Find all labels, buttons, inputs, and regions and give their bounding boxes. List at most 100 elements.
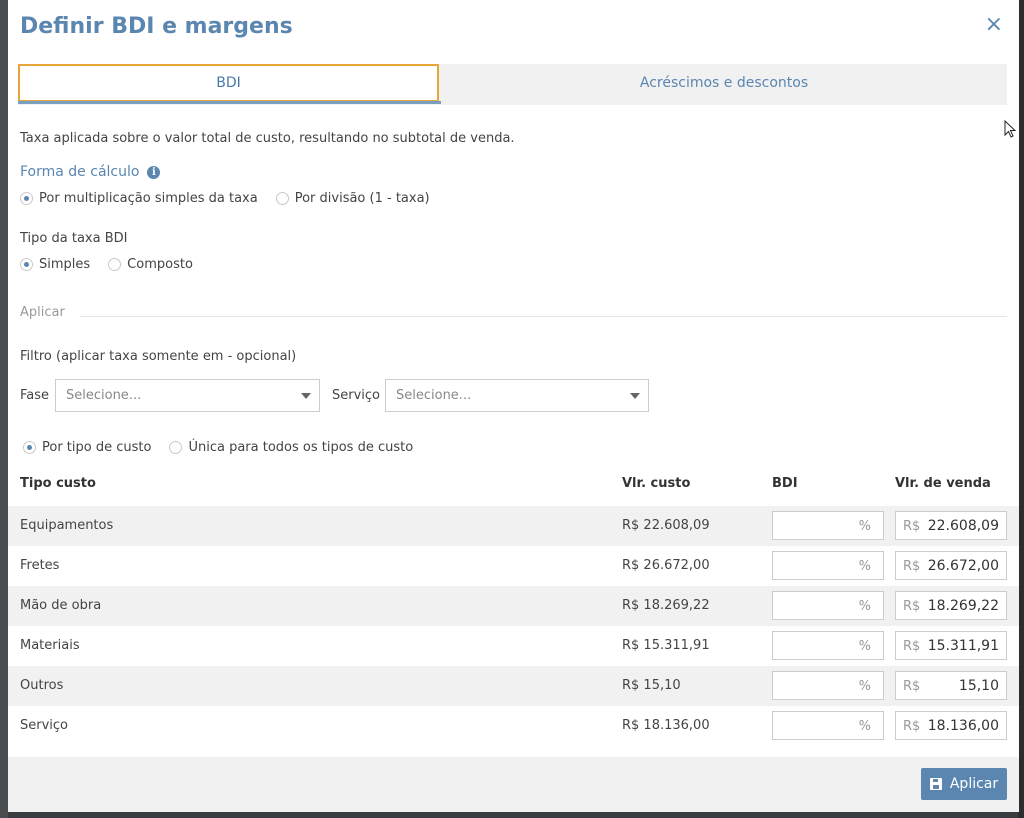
aplicar-mode-options: Por tipo de custo Única para todos os ti… [23, 440, 431, 455]
cell-tipo: Serviço [20, 718, 69, 733]
venda-input[interactable]: R$ 15,10 [895, 671, 1007, 700]
currency-prefix: R$ [903, 599, 921, 614]
radio-button[interactable] [108, 258, 122, 271]
aplicar-heading: Aplicar [20, 305, 65, 320]
cell-tipo: Materiais [20, 638, 80, 653]
percent-suffix: % [858, 519, 871, 534]
radio-label: Composto [127, 257, 193, 272]
currency-prefix: R$ [903, 519, 921, 534]
percent-suffix: % [858, 679, 871, 694]
tab-bar: BDI Acréscimos e descontos [18, 64, 1007, 105]
forma-calculo-heading: Forma de cálculo i [20, 164, 161, 180]
venda-value: 22.608,09 [927, 518, 999, 534]
radio-por-tipo-custo[interactable]: Por tipo de custo [23, 440, 151, 455]
cell-tipo: Fretes [20, 558, 60, 573]
venda-value: 15,10 [958, 678, 999, 694]
mouse-cursor-icon [1004, 120, 1016, 138]
venda-input[interactable]: R$ 18.136,00 [895, 711, 1007, 740]
cell-custo: R$ 18.136,00 [622, 718, 710, 733]
bdi-input[interactable]: % [772, 631, 884, 660]
apply-button-label: Aplicar [949, 776, 999, 792]
radio-button[interactable] [275, 192, 289, 205]
divider [80, 316, 1007, 317]
currency-prefix: R$ [903, 719, 921, 734]
radio-label: Por multiplicação simples da taxa [39, 191, 258, 206]
radio-label: Simples [39, 257, 91, 272]
dialog-title: Definir BDI e margens [20, 14, 293, 39]
venda-value: 15.311,91 [927, 638, 999, 654]
tab-acrescimos-descontos[interactable]: Acréscimos e descontos [441, 64, 1007, 102]
fase-label: Fase [20, 388, 50, 403]
fase-select[interactable]: Selecione... [55, 379, 320, 412]
radio-composto[interactable]: Composto [108, 257, 193, 272]
close-icon[interactable]: × [985, 14, 1003, 36]
apply-button[interactable]: Aplicar [921, 768, 1007, 800]
servico-select[interactable]: Selecione... [385, 379, 649, 412]
venda-input[interactable]: R$ 15.311,91 [895, 631, 1007, 660]
radio-label: Por divisão (1 - taxa) [294, 191, 430, 206]
radio-button[interactable] [23, 441, 36, 454]
filter-label: Filtro (aplicar taxa somente em - opcion… [20, 349, 297, 364]
venda-input[interactable]: R$ 22.608,09 [895, 511, 1007, 540]
percent-suffix: % [858, 599, 871, 614]
bdi-dialog: Definir BDI e margens × BDI Acréscimos e… [8, 0, 1019, 812]
percent-suffix: % [858, 559, 871, 574]
bdi-input[interactable]: % [772, 711, 884, 740]
table-row: Serviço R$ 18.136,00 % R$ 18.136,00 [8, 706, 1019, 746]
bdi-input[interactable]: % [772, 511, 884, 540]
save-icon [929, 778, 942, 790]
table-row: Equipamentos R$ 22.608,09 % R$ 22.608,09 [8, 506, 1019, 546]
percent-suffix: % [858, 719, 871, 734]
header-vlr-venda: Vlr. de venda [895, 476, 991, 491]
table-row: Mão de obra R$ 18.269,22 % R$ 18.269,22 [8, 586, 1019, 626]
tab-bdi[interactable]: BDI [18, 64, 439, 102]
description-text: Taxa aplicada sobre o valor total de cus… [20, 131, 515, 146]
table-row: Fretes R$ 26.672,00 % R$ 26.672,00 [8, 546, 1019, 586]
currency-prefix: R$ [903, 679, 921, 694]
currency-prefix: R$ [903, 639, 921, 654]
bdi-input[interactable]: % [772, 551, 884, 580]
venda-input[interactable]: R$ 18.269,22 [895, 591, 1007, 620]
cell-custo: R$ 26.672,00 [622, 558, 710, 573]
radio-button[interactable] [169, 441, 183, 454]
table-row: Outros R$ 15,10 % R$ 15,10 [8, 666, 1019, 706]
radio-button[interactable] [20, 192, 33, 205]
tipo-taxa-options: Simples Composto [20, 257, 211, 272]
radio-label: Única para todos os tipos de custo [188, 440, 414, 455]
cell-tipo: Mão de obra [20, 598, 102, 613]
chevron-down-icon [630, 393, 640, 399]
backdrop [0, 0, 8, 818]
cell-custo: R$ 15,10 [622, 678, 681, 693]
venda-value: 26.672,00 [927, 558, 999, 574]
chevron-down-icon [301, 393, 311, 399]
cell-custo: R$ 15.311,91 [622, 638, 710, 653]
venda-value: 18.269,22 [927, 598, 999, 614]
fase-placeholder: Selecione... [66, 388, 142, 403]
cell-tipo: Equipamentos [20, 518, 114, 533]
radio-label: Por tipo de custo [42, 440, 152, 455]
venda-input[interactable]: R$ 26.672,00 [895, 551, 1007, 580]
header-vlr-custo: Vlr. custo [622, 476, 691, 491]
cell-custo: R$ 18.269,22 [622, 598, 710, 613]
radio-unica-todos[interactable]: Única para todos os tipos de custo [169, 440, 413, 455]
tab-active-indicator [18, 101, 441, 104]
radio-button[interactable] [20, 258, 33, 271]
cell-tipo: Outros [20, 678, 64, 693]
cell-custo: R$ 22.608,09 [622, 518, 710, 533]
dialog-footer: Aplicar [8, 757, 1019, 812]
header-bdi: BDI [772, 476, 798, 491]
radio-multiplicacao[interactable]: Por multiplicação simples da taxa [20, 191, 258, 206]
percent-suffix: % [858, 639, 871, 654]
servico-label: Serviço [332, 388, 381, 403]
radio-simples[interactable]: Simples [20, 257, 90, 272]
radio-divisao[interactable]: Por divisão (1 - taxa) [275, 191, 430, 206]
forma-calculo-label: Forma de cálculo [20, 164, 140, 180]
forma-calculo-options: Por multiplicação simples da taxa Por di… [20, 191, 448, 206]
bdi-input[interactable]: % [772, 671, 884, 700]
currency-prefix: R$ [903, 559, 921, 574]
header-tipo-custo: Tipo custo [20, 476, 96, 491]
info-icon[interactable]: i [147, 165, 161, 179]
table-row: Materiais R$ 15.311,91 % R$ 15.311,91 [8, 626, 1019, 666]
venda-value: 18.136,00 [927, 718, 999, 734]
bdi-input[interactable]: % [772, 591, 884, 620]
